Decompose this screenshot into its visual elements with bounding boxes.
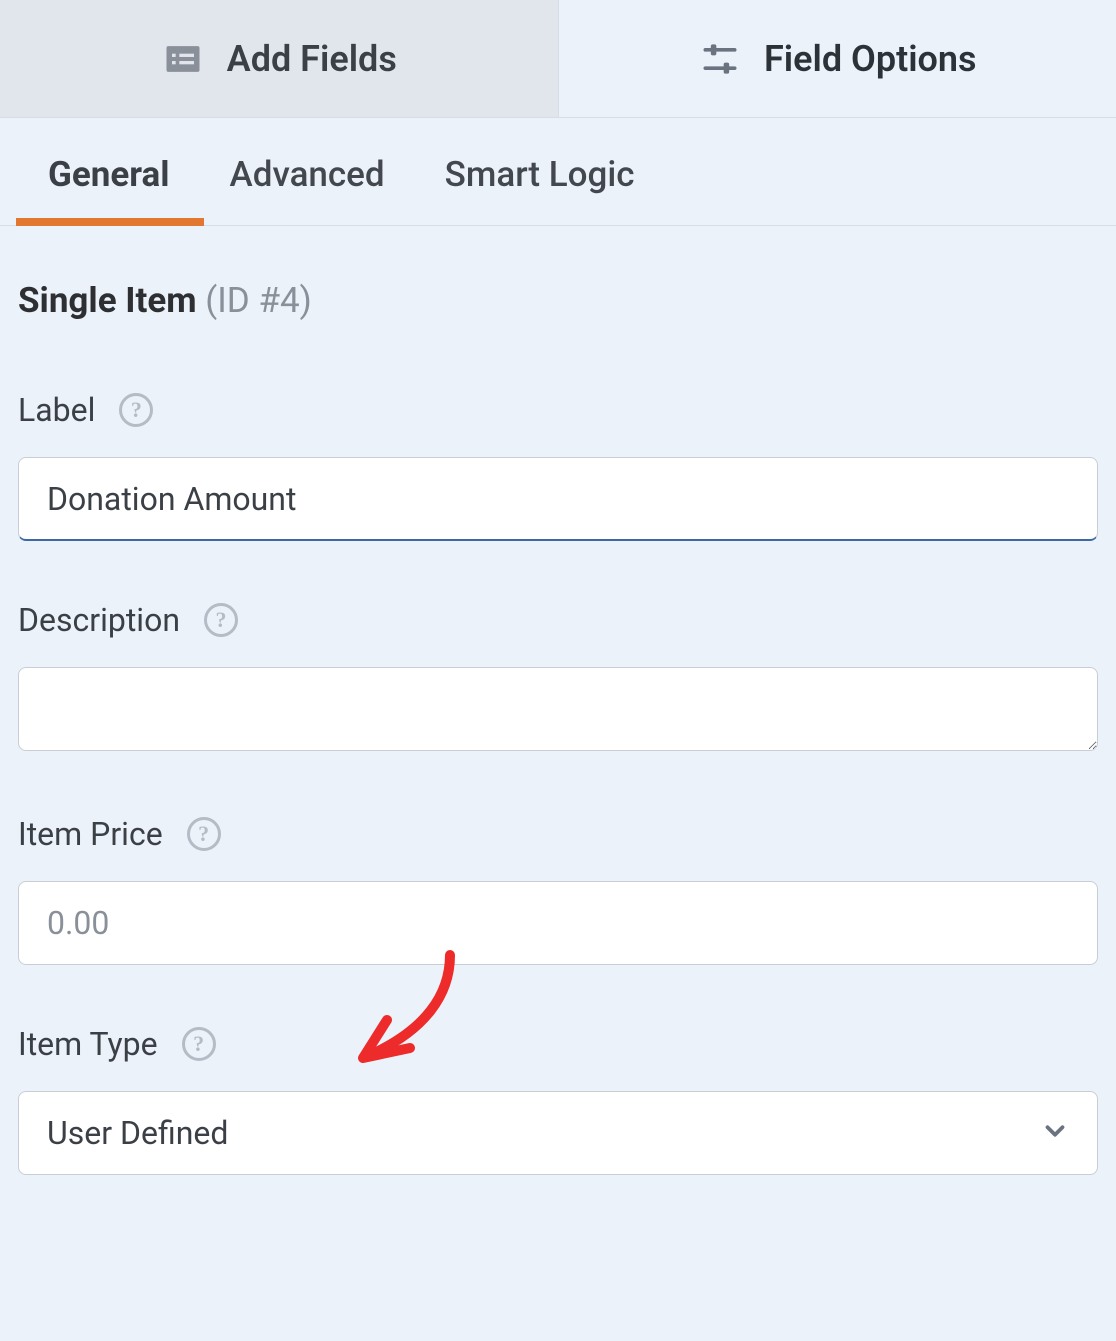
- label-title: Label: [18, 391, 95, 429]
- subtab-general[interactable]: General: [48, 154, 170, 225]
- description-title: Description: [18, 601, 180, 639]
- section-id: (ID #4): [205, 280, 312, 321]
- section-title: Single Item (ID #4): [18, 280, 1098, 321]
- help-icon[interactable]: ?: [119, 393, 153, 427]
- field-group-item-type: Item Type ? User Defined: [18, 1025, 1098, 1175]
- tab-add-fields-label: Add Fields: [227, 38, 397, 80]
- sliders-icon: [698, 37, 742, 81]
- field-group-description: Description ?: [18, 601, 1098, 755]
- description-input[interactable]: [18, 667, 1098, 751]
- sub-tabs: General Advanced Smart Logic: [0, 118, 1116, 226]
- section-title-text: Single Item: [18, 280, 197, 321]
- item-price-input[interactable]: [18, 881, 1098, 965]
- item-price-title: Item Price: [18, 815, 163, 853]
- subtab-advanced[interactable]: Advanced: [230, 154, 385, 225]
- field-group-label: Label ?: [18, 391, 1098, 541]
- tab-add-fields[interactable]: Add Fields: [0, 0, 559, 117]
- top-tabs: Add Fields Field Options: [0, 0, 1116, 118]
- label-input[interactable]: [18, 457, 1098, 541]
- item-type-select[interactable]: User Defined: [18, 1091, 1098, 1175]
- help-icon[interactable]: ?: [182, 1027, 216, 1061]
- help-icon[interactable]: ?: [204, 603, 238, 637]
- item-type-title: Item Type: [18, 1025, 158, 1063]
- help-icon[interactable]: ?: [187, 817, 221, 851]
- field-group-item-price: Item Price ?: [18, 815, 1098, 965]
- field-options-panel: Single Item (ID #4) Label ? Description …: [0, 226, 1116, 1175]
- form-list-icon: [161, 37, 205, 81]
- tab-field-options[interactable]: Field Options: [559, 0, 1116, 117]
- subtab-smart-logic[interactable]: Smart Logic: [445, 154, 635, 225]
- tab-field-options-label: Field Options: [764, 38, 977, 80]
